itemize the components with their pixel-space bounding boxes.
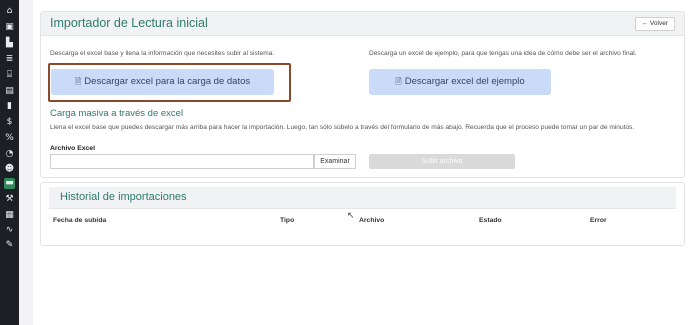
file-download-icon: 🗎 xyxy=(74,77,82,86)
browse-button[interactable]: Examinar xyxy=(314,154,356,169)
history-title: Historial de importaciones xyxy=(60,191,187,203)
column-header-file: Archivo xyxy=(359,217,385,224)
back-button[interactable]: ← Volver xyxy=(634,17,675,31)
file-label: Archivo Excel xyxy=(50,145,95,152)
book-icon[interactable]: ▮ xyxy=(4,101,15,112)
users-icon[interactable]: ☻ xyxy=(4,164,15,175)
column-header-error: Error xyxy=(590,217,607,224)
money-icon[interactable]: ▣ xyxy=(4,22,15,33)
folder-icon[interactable]: ▬ xyxy=(4,178,15,189)
dollar-icon[interactable]: $ xyxy=(4,117,15,128)
chart-icon[interactable]: ▙ xyxy=(4,38,15,49)
list-icon[interactable]: ≣ xyxy=(4,54,15,65)
percent-icon[interactable]: % xyxy=(4,133,15,144)
bulk-upload-description: Llena el excel base que puedes descargar… xyxy=(50,124,635,131)
tools-icon[interactable]: ✎ xyxy=(4,240,15,251)
download-example-excel-button[interactable]: 🗎 Descargar excel del ejemplo xyxy=(369,69,551,95)
bank-icon[interactable]: ⌸ xyxy=(4,70,15,81)
calculator-icon[interactable]: ▦ xyxy=(4,210,15,221)
document-icon[interactable]: ▤ xyxy=(4,86,15,97)
download-base-excel-button[interactable]: 🗎 Descargar excel para la carga de datos xyxy=(51,69,274,95)
arrow-left-icon: ← xyxy=(641,20,649,27)
gauge-icon[interactable]: ◔ xyxy=(4,149,15,160)
page-title: Importador de Lectura inicial xyxy=(50,16,208,30)
line-chart-icon[interactable]: ∿ xyxy=(4,225,15,236)
home-icon[interactable]: ⌂ xyxy=(4,6,15,17)
wrench-icon[interactable]: ⚒ xyxy=(4,194,15,205)
column-header-status: Estado xyxy=(479,217,502,224)
example-excel-description: Descarga un excel de ejemplo, para que t… xyxy=(369,50,637,57)
column-header-type: Tipo xyxy=(280,217,295,224)
base-excel-description: Descarga el excel base y llena la inform… xyxy=(50,50,275,57)
upload-button[interactable]: Subir archivo xyxy=(369,154,515,169)
file-input[interactable] xyxy=(50,154,314,169)
sidebar: ⌂ ▣ ▙ ≣ ⌸ ▤ ▮ $ % ◔ ☻ ▬ ⚒ ▦ ∿ ✎ xyxy=(0,0,19,325)
importer-card-header: Importador de Lectura inicial ← Volver xyxy=(41,12,684,36)
mouse-pointer-icon: ↖ xyxy=(347,211,355,221)
history-card: Historial de importaciones Fecha de subi… xyxy=(40,182,685,246)
history-card-header: Historial de importaciones xyxy=(49,187,676,209)
file-download-icon: 🗎 xyxy=(395,77,402,86)
importer-card: Importador de Lectura inicial ← Volver D… xyxy=(40,11,685,178)
column-header-date: Fecha de subida xyxy=(53,217,107,224)
bulk-upload-title: Carga masiva a través de excel xyxy=(50,108,184,119)
